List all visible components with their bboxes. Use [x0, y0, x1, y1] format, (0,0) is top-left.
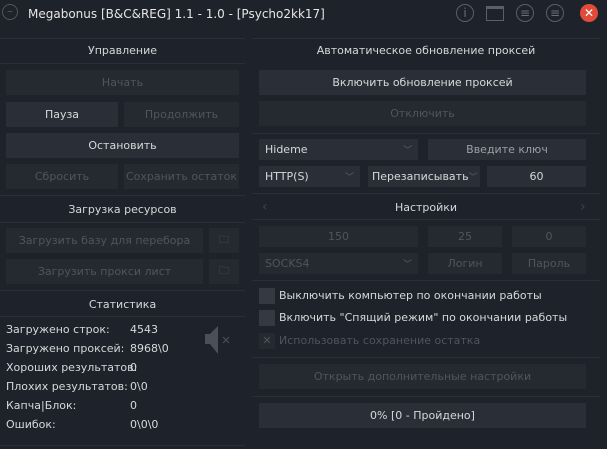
login-input[interactable]: Логин [428, 253, 502, 274]
window-title: Megabonus [B&C&REG] 1.1 - 1.0 - [Psycho2… [28, 7, 325, 21]
enable-proxy-update-button[interactable]: Включить обновление проксей [259, 70, 586, 95]
stat-value: 4543 [130, 323, 158, 336]
stat-value: 0 [130, 361, 137, 374]
proxy-type-select[interactable]: HTTP(S) ﹀ [259, 166, 360, 187]
stat-value: 0 [130, 399, 137, 412]
chevron-down-icon: ﹀ [468, 173, 478, 183]
stat-value: 0\0 [130, 380, 148, 393]
resources-header: Загрузка ресурсов [68, 203, 177, 216]
retries-input[interactable]: 0 [512, 226, 586, 247]
stop-button[interactable]: Остановить [6, 133, 239, 158]
pause-button[interactable]: Пауза [6, 102, 118, 127]
stat-value: 0\0\0 [130, 418, 159, 431]
timeout-input[interactable]: 25 [428, 226, 502, 247]
start-button[interactable]: Начать [6, 70, 239, 95]
interval-input[interactable]: 60 [487, 166, 586, 187]
settings-header: Настройки [394, 201, 458, 214]
proxy-update-header: Автоматическое обновление проксей [316, 44, 536, 57]
save-rest-checkbox[interactable]: ✕ [259, 333, 275, 349]
socks-value: SOCKS4 [265, 257, 310, 270]
sleep-label: Включить "Спящий режим" по окончании раб… [279, 311, 568, 324]
stat-label: Плохих результатов: [6, 380, 128, 393]
proxy-type-value: HTTP(S) [265, 170, 309, 183]
chevron-down-icon: ﹀ [344, 173, 354, 183]
password-input[interactable]: Пароль [512, 253, 586, 274]
speaker-muted-icon[interactable] [203, 324, 235, 356]
chevron-down-icon: ﹀ [402, 146, 412, 156]
info-icon[interactable]: i [456, 4, 474, 22]
sleep-checkbox[interactable] [259, 310, 275, 326]
control-header: Управление [87, 44, 157, 57]
open-more-settings-button[interactable]: Открыть дополнительные настройки [259, 364, 586, 389]
stat-label: Хороших результатов: [6, 361, 138, 374]
shutdown-label: Выключить компьютер по окончании работы [279, 289, 542, 302]
save-rest-label: Использовать сохранение остатка [279, 334, 481, 347]
disable-button[interactable]: Отключить [259, 101, 586, 126]
stat-value: 8968\0 [130, 342, 169, 355]
close-icon[interactable]: ✕ [580, 4, 598, 22]
source-select[interactable]: Hideme ﹀ [259, 139, 418, 160]
chevron-down-icon: ﹀ [402, 260, 412, 270]
key-input[interactable]: Введите ключ [428, 139, 586, 160]
progress-bar: 0% [0 - Пройдено] [259, 403, 586, 428]
threads-input[interactable]: 150 [259, 226, 418, 247]
source-value: Hideme [265, 143, 308, 156]
folder-add-icon[interactable]: 🗀 [209, 259, 239, 284]
chevron-right-icon[interactable]: › [580, 199, 586, 215]
mode-select[interactable]: Перезаписывать ﹀ [368, 166, 480, 187]
folder-add-icon[interactable]: 🗀 [209, 228, 239, 253]
stat-label: Загружено проксей: [6, 342, 125, 355]
menu-icon[interactable]: ≡ [516, 4, 534, 22]
mode-value: Перезаписывать [372, 170, 469, 183]
shutdown-checkbox[interactable] [259, 288, 275, 304]
stat-label: Капча|Блок: [6, 399, 77, 412]
app-logo-icon: ~ [2, 4, 18, 20]
load-base-button[interactable]: Загрузить базу для перебора [6, 228, 203, 253]
stat-label: Ошибок: [6, 418, 56, 431]
reset-button[interactable]: Сбросить [6, 164, 118, 189]
save-rest-button[interactable]: Сохранить остаток [124, 164, 239, 189]
resume-button[interactable]: Продолжить [124, 102, 239, 127]
folder-icon[interactable] [486, 6, 504, 21]
menu-icon[interactable]: ≡ [546, 4, 564, 22]
stats-header: Статистика [88, 298, 157, 311]
stat-label: Загружено строк: [6, 323, 110, 336]
socks-select[interactable]: SOCKS4 ﹀ [259, 253, 418, 274]
load-proxy-button[interactable]: Загрузить прокси лист [6, 259, 203, 284]
